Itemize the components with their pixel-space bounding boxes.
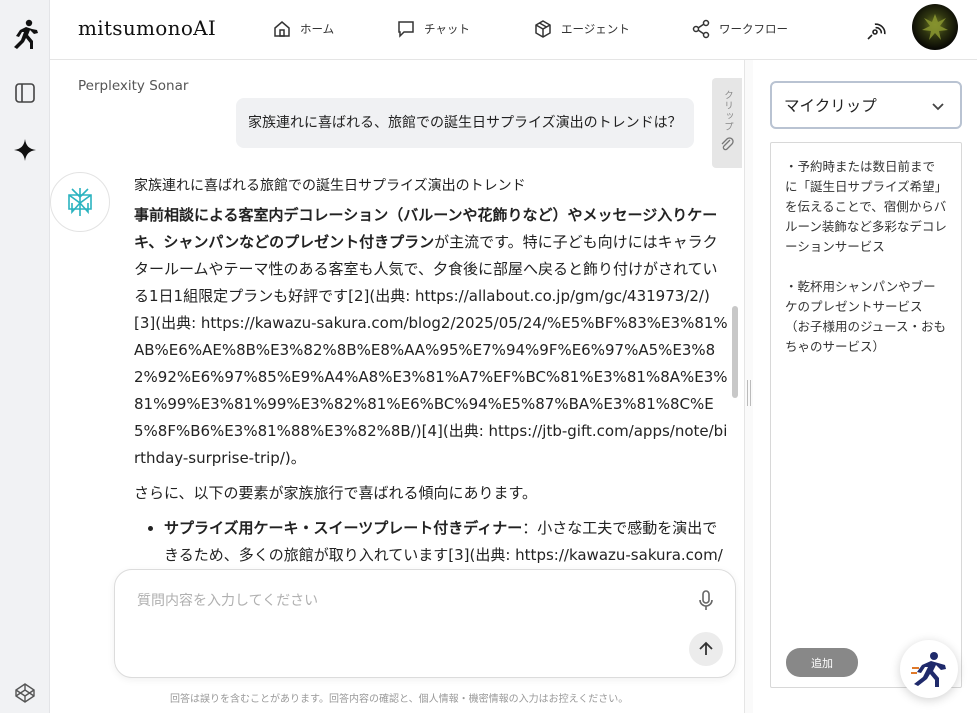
send-button[interactable] — [689, 632, 723, 666]
panel-resize-handle[interactable] — [744, 60, 753, 713]
chat-area: Perplexity Sonar 家族連れに喜ばれる、旅館での誕生日サプライズ演… — [50, 60, 744, 713]
chat-icon — [398, 21, 414, 38]
nav-chat-label: チャット — [424, 22, 470, 36]
top-header: mitsumonoAI ホーム チャット エージェント ワークフロー — [50, 0, 977, 60]
broadcast-icon[interactable] — [864, 17, 890, 43]
answer-body-text: が主流です。特に子ども向けにはキャラクタールームやテーマ性のある客室も人気で、夕… — [134, 233, 728, 467]
answer-heading: 家族連れに喜ばれる旅館での誕生日サプライズ演出のトレンド — [134, 178, 526, 194]
model-label: Perplexity Sonar — [78, 78, 189, 94]
user-avatar[interactable] — [912, 4, 958, 50]
perplexity-avatar — [50, 172, 110, 232]
cube-icon — [535, 20, 551, 38]
chat-input[interactable] — [137, 590, 657, 630]
perplexity-logo-icon — [68, 188, 92, 216]
left-rail — [0, 0, 50, 713]
brand-title[interactable]: mitsumonoAI — [78, 16, 216, 40]
grip-line — [747, 380, 748, 406]
answer-list: サプライズ用ケーキ・スイーツプレート付きディナー：小さな工夫で感動を演出できるた… — [164, 515, 728, 569]
nav-agent-label: エージェント — [561, 22, 630, 36]
clip-select-value: マイクリップ — [784, 97, 877, 115]
nav-agent[interactable]: エージェント — [533, 17, 630, 41]
assistant-fab[interactable] — [900, 640, 958, 698]
clip-note-textarea[interactable]: ・予約時または数日前までに「誕生日サプライズ希望」を伝えることで、宿側からバルー… — [770, 142, 962, 688]
clip-panel: マイクリップ ・予約時または数日前までに「誕生日サプライズ希望」を伝えることで、… — [753, 60, 977, 713]
arrow-up-icon — [699, 641, 713, 655]
disclaimer-text: 回答は誤りを含むことがあります。回答内容の確認と、個人情報・機密情報の入力はお控… — [170, 694, 629, 705]
nav-home[interactable]: ホーム — [272, 17, 334, 41]
list-item: サプライズ用ケーキ・スイーツプレート付きディナー：小さな工夫で感動を演出できるた… — [164, 515, 728, 569]
list-item-bold: サプライズ用ケーキ・スイーツプレート付きディナー — [164, 519, 523, 537]
sparkle-icon[interactable] — [12, 137, 38, 163]
assistant-answer: 家族連れに喜ばれる旅館での誕生日サプライズ演出のトレンド 事前相談による客室内デ… — [134, 174, 728, 569]
chevron-down-icon — [932, 103, 944, 111]
chat-input-box — [114, 569, 736, 678]
clip-tab[interactable]: クリップ — [712, 78, 742, 168]
sidebar-toggle-icon[interactable] — [12, 80, 38, 106]
logo-runner-icon[interactable] — [10, 18, 40, 50]
answer-paragraph-2: さらに、以下の要素が家族旅行で喜ばれる傾向にあります。 — [134, 484, 538, 502]
microphone-icon[interactable] — [693, 588, 719, 614]
share-nodes-icon — [692, 19, 710, 39]
add-button[interactable]: 追加 — [786, 648, 858, 677]
nav-workflow[interactable]: ワークフロー — [691, 17, 788, 41]
answer-paragraph: 事前相談による客室内デコレーション（バルーンや花飾りなど）やメッセージ入りケーキ… — [134, 202, 728, 472]
nav-chat[interactable]: チャット — [396, 17, 470, 41]
codepen-cube-icon[interactable] — [12, 680, 38, 706]
runner-mascot-icon — [911, 652, 946, 687]
clip-tab-label: クリップ — [722, 90, 733, 132]
nav-home-label: ホーム — [300, 22, 335, 36]
chat-scrollbar[interactable] — [732, 306, 738, 398]
nav-workflow-label: ワークフロー — [719, 22, 788, 36]
clip-select[interactable]: マイクリップ — [770, 81, 962, 129]
user-message: 家族連れに喜ばれる、旅館での誕生日サプライズ演出のトレンドは？ — [236, 98, 694, 148]
grip-line — [750, 380, 751, 406]
home-icon — [274, 21, 290, 37]
paperclip-icon — [721, 137, 734, 151]
